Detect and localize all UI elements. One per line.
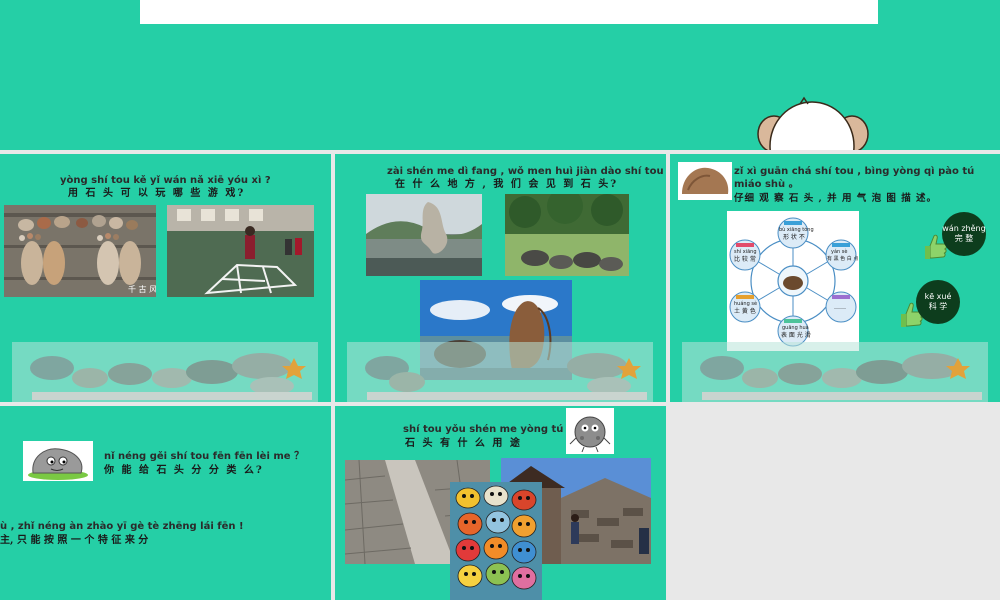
badge-complete: wán zhěng 完 整 [942,212,986,256]
node-common-text: 比 较 常 [734,256,756,263]
decorative-stones-band [12,342,318,402]
painted-stones-photo [450,482,542,600]
question-pinyin: yòng shí tou kě yǐ wán nǎ xiē yóu xì ? [60,175,271,186]
dog-mascot-icon [757,96,869,150]
hopscotch-photo [167,205,314,297]
node-smooth-text: 表 面 光 滑 [781,332,811,339]
brown-stone-icon [678,162,732,200]
instruction-pinyin-1: zǐ xì guān chá shí tou , bìng yòng qì pà… [734,166,975,177]
question-text: 在 什 么 地 方 , 我 们 会 见 到 石 头? [395,179,619,190]
hint-text: 主, 只 能 按 照 一 个 特 征 来 分 [0,535,149,546]
instruction-text: 仔细 观 察 石 头 , 并 用 气 泡 图 描 述。 [734,193,937,204]
top-slide-partial [0,0,1000,150]
question-text: 石 头 有 什 么 用 途 [405,438,522,449]
cartoon-stone-mascot-icon [566,408,614,454]
question-pinyin: shí tou yǒu shén me yòng tú ？ [403,424,577,435]
node-shape-text: 形 状 不 [783,234,805,241]
question-pinyin: zài shén me dì fang , wǒ men huì jiàn dà… [387,166,666,177]
question-text: 用 石 头 可 以 玩 哪 些 游 戏? [68,188,246,199]
question-text: 你 能 给 石 头 分 分 类 么? [104,465,264,476]
badge-complete-pinyin: wán zhěng [942,224,986,233]
empty-slide-area [670,406,1000,600]
garden-rock-photo [366,194,482,276]
node-color-pinyin: yán sè [831,249,848,255]
park-rocks-photo [505,194,629,276]
node-smooth-pinyin: guāng huá [782,325,809,331]
slide-stone-games[interactable]: yòng shí tou kě yǐ wán nǎ xiē yóu xì ? 用… [0,154,331,402]
node-color-text: 有 黑 色 白 点 [827,256,859,262]
node-more-text: …… [834,304,846,311]
bubble-map-diagram: bù xiāng tóng 形 状 不 shí xiāng 比 较 常 yán … [727,211,859,351]
badge-science-pinyin: kē xué [924,292,952,301]
decorative-stones-band [347,342,653,402]
slide-stone-uses[interactable]: shí tou yǒu shén me yòng tú ？ 石 头 有 什 么 … [335,406,666,600]
photo-caption: 千 古 风 [128,285,156,294]
slide-observe-stone[interactable]: zǐ xì guān chá shí tou , bìng yòng qì pà… [670,154,1000,402]
hint-pinyin: ù , zhǐ néng àn zhào yī gè tè zhēng lái … [0,521,244,532]
node-shape-pinyin: bù xiāng tóng [779,227,814,233]
node-yellow-text: 土 黄 色 [734,308,756,315]
badge-science: kē xué 科 学 [916,280,960,324]
slide-classify-stones[interactable]: nǐ néng gěi shí tou fēn fēn lèi me ？ 你 能… [0,406,331,600]
node-yellow-pinyin: huáng sè [734,301,758,307]
question-pinyin: nǐ néng gěi shí tou fēn fēn lèi me ？ [104,451,305,462]
slide-where-stones[interactable]: zài shén me dì fang , wǒ men huì jiàn dà… [335,154,666,402]
decorative-stones-band [682,342,988,402]
cartoon-stone-icon [23,441,93,481]
stone-footprints-photo: 千 古 风 [4,205,156,297]
badge-science-text: 科 学 [928,302,948,311]
slide-title-bar [140,0,878,24]
instruction-pinyin-2: miáo shù 。 [734,179,799,190]
node-common-pinyin: shí xiāng [734,249,757,255]
badge-complete-text: 完 整 [954,234,974,243]
